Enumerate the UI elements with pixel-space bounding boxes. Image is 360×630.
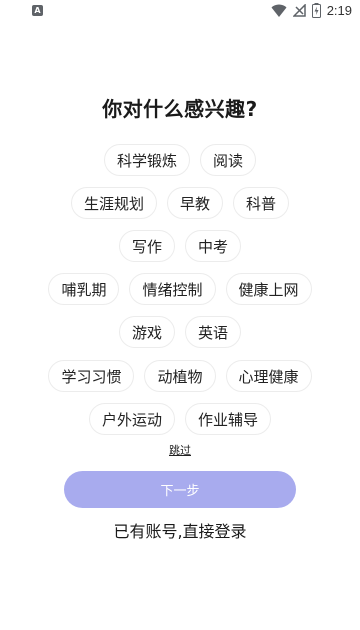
status-bar: A 2:19: [0, 0, 360, 24]
interest-row: 游戏 英语: [0, 316, 360, 348]
interest-chip[interactable]: 心理健康: [225, 360, 312, 392]
interest-chip[interactable]: 户外运动: [88, 403, 175, 435]
interest-row: 生涯规划 早教 科普: [0, 187, 360, 219]
interest-chip[interactable]: 学习习惯: [48, 360, 135, 392]
interest-chip[interactable]: 作业辅导: [185, 403, 272, 435]
signal-icon: [292, 4, 306, 17]
skip-link-wrapper: 跳过: [0, 442, 360, 458]
interest-chip[interactable]: 英语: [185, 316, 242, 348]
interest-chip[interactable]: 动植物: [144, 360, 216, 392]
page-title: 你对什么感兴趣?: [102, 97, 258, 121]
battery-charging-icon: [311, 3, 321, 18]
interest-row: 哺乳期 情绪控制 健康上网: [0, 273, 360, 305]
interest-chip[interactable]: 写作: [118, 230, 175, 262]
skip-link[interactable]: 跳过: [169, 444, 191, 457]
interest-chip[interactable]: 健康上网: [225, 273, 312, 305]
interest-row: 户外运动 作业辅导: [0, 403, 360, 435]
interest-chip[interactable]: 早教: [166, 187, 223, 219]
interest-row: 学习习惯 动植物 心理健康: [0, 360, 360, 392]
interest-chip[interactable]: 生涯规划: [70, 187, 157, 219]
interest-chip[interactable]: 哺乳期: [48, 273, 120, 305]
status-time: 2:19: [326, 3, 352, 18]
interest-chip[interactable]: 科普: [233, 187, 290, 219]
interest-row: 写作 中考: [0, 230, 360, 262]
app-notification-icon: A: [32, 5, 43, 16]
interest-chip[interactable]: 中考: [185, 230, 242, 262]
interest-chip[interactable]: 情绪控制: [129, 273, 216, 305]
interest-chip[interactable]: 科学锻炼: [103, 144, 190, 176]
interest-chip[interactable]: 阅读: [200, 144, 257, 176]
next-button[interactable]: 下一步: [64, 471, 296, 508]
interest-row: 科学锻炼 阅读: [0, 144, 360, 176]
interest-chip[interactable]: 游戏: [118, 316, 175, 348]
login-link[interactable]: 已有账号,直接登录: [0, 518, 360, 542]
wifi-icon: [271, 4, 287, 17]
